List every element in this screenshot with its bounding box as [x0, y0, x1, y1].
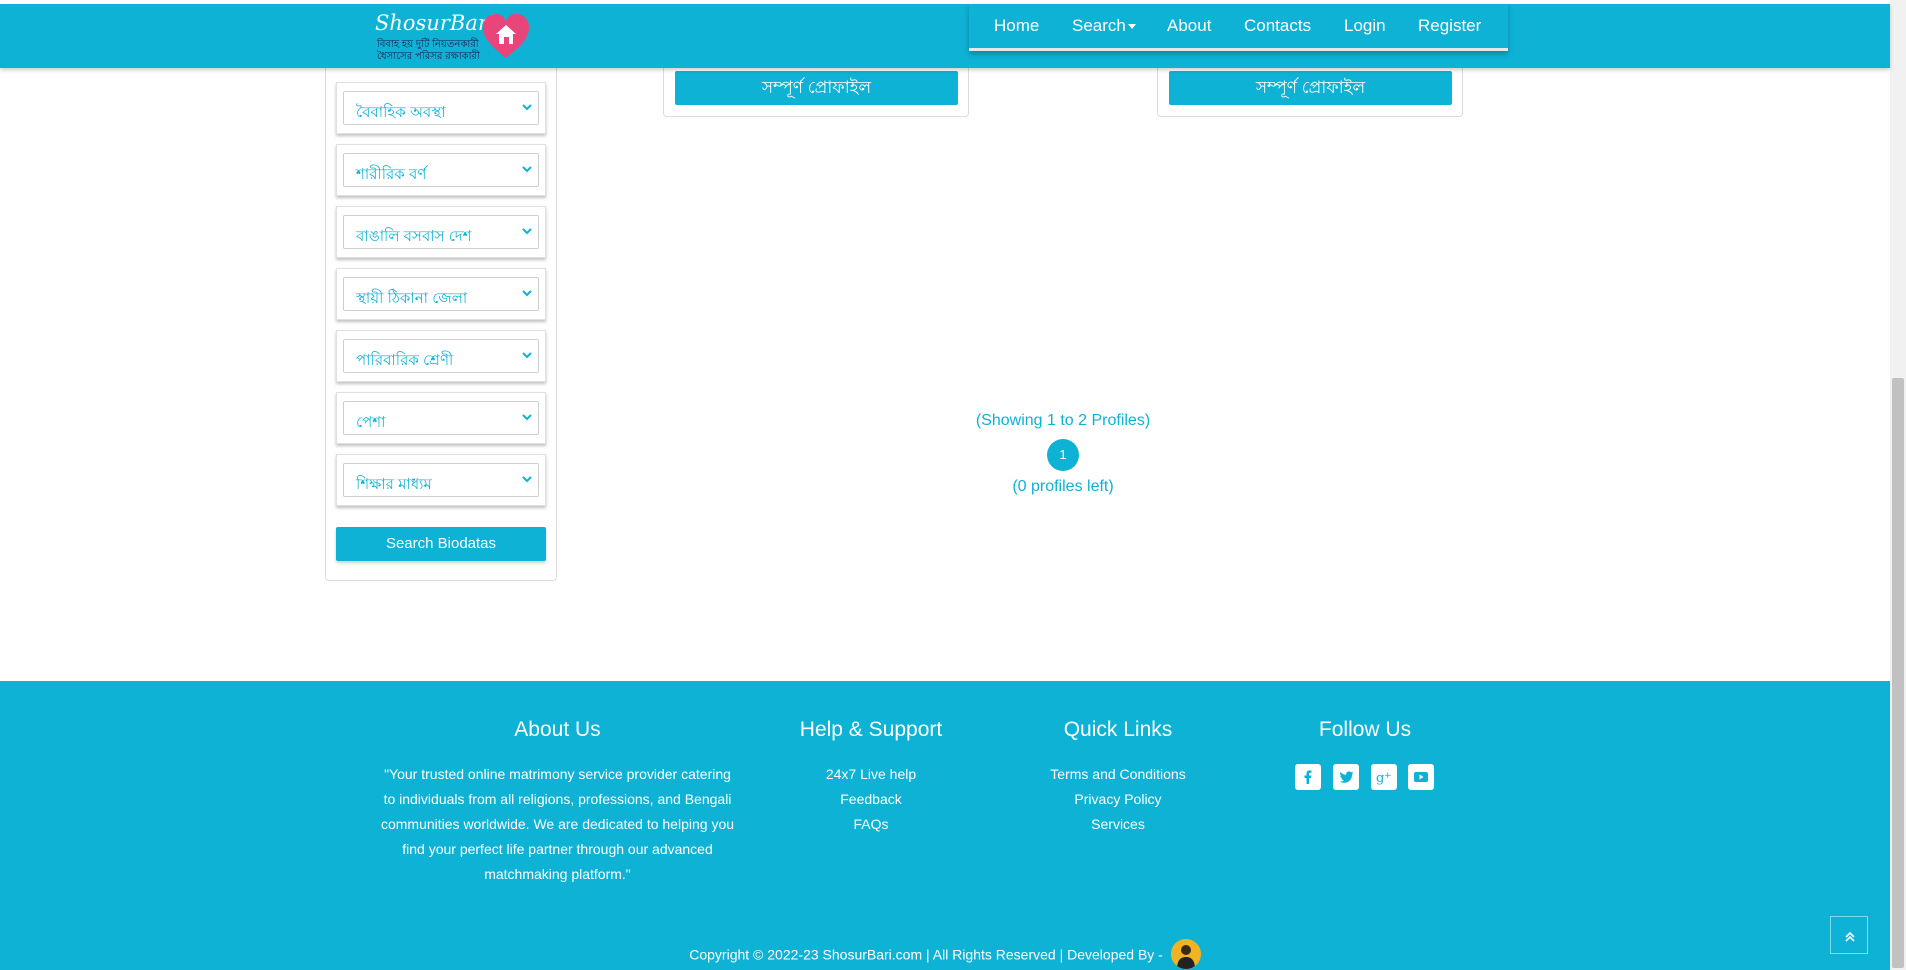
footer-follow: Follow Us: [1265, 718, 1465, 742]
search-biodatas-button[interactable]: Search Biodatas: [336, 527, 546, 561]
site-footer: About Us "Your trusted online matrimony …: [0, 681, 1890, 970]
facebook-icon[interactable]: [1295, 764, 1321, 790]
filter-label: স্থায়ী ঠিকানা জেলা: [356, 290, 468, 307]
nav-search-label: Search: [1072, 16, 1126, 35]
logo-tagline-line2: ধৈসাসের পরিসর রক্ষাকারী: [377, 51, 480, 62]
footer-quick: Quick Links: [1018, 718, 1218, 742]
double-chevron-up-icon: [1845, 931, 1855, 942]
filter-card: বাঙালি বসবাস দেশ: [336, 206, 546, 258]
copyright-text: Copyright © 2022-23 ShosurBari.com | All…: [689, 946, 1163, 963]
developer-avatar[interactable]: [1170, 939, 1201, 969]
youtube-icon[interactable]: [1408, 764, 1434, 790]
filter-card: শারীরিক বর্ণ: [336, 144, 546, 196]
education-medium-select[interactable]: শিক্ষার মাধ্যম: [343, 463, 539, 497]
family-class-select[interactable]: পারিবারিক শ্রেণী: [343, 339, 539, 373]
footer-heading: Follow Us: [1318, 718, 1412, 741]
footer-about: About Us: [380, 718, 735, 742]
filter-label: বৈবাহিক অবস্থা: [356, 104, 446, 121]
top-header: ShosurBari বিবাহ হয় দুটি নিয়তনকারী ধৈস…: [0, 4, 1890, 68]
nav-register[interactable]: Register: [1418, 16, 1481, 36]
live-help-link[interactable]: 24x7 Live help: [771, 762, 971, 787]
full-profile-button[interactable]: সম্পূর্ণ প্রোফাইল: [1169, 71, 1452, 105]
google-plus-icon[interactable]: g +: [1371, 764, 1397, 790]
quick-links: Terms and Conditions Privacy Policy Serv…: [1018, 762, 1218, 837]
nav-about[interactable]: About: [1167, 16, 1211, 36]
nav-login[interactable]: Login: [1344, 16, 1386, 36]
filter-label: পারিবারিক শ্রেণী: [356, 352, 454, 369]
page-1-button[interactable]: 1: [1047, 439, 1079, 471]
marital-status-select[interactable]: বৈবাহিক অবস্থা: [343, 91, 539, 125]
main-nav: Home Search About Contacts Login Registe…: [969, 4, 1508, 51]
footer-heading: Help & Support: [799, 718, 943, 741]
terms-link[interactable]: Terms and Conditions: [1018, 762, 1218, 787]
chevron-down-icon: [522, 104, 532, 111]
footer-help: Help & Support: [771, 718, 971, 742]
search-filter-panel: বৈবাহিক অবস্থা শারীরিক বর্ণ বাঙালি বসবাস…: [325, 30, 557, 581]
chevron-down-icon: [522, 352, 532, 359]
profession-select[interactable]: পেশা: [343, 401, 539, 435]
profiles-left: (0 profiles left): [1012, 478, 1114, 495]
nav-home[interactable]: Home: [994, 16, 1039, 36]
page-scrollbar[interactable]: [1890, 0, 1906, 970]
copyright-line: Copyright © 2022-23 ShosurBari.com | All…: [0, 939, 1890, 970]
site-logo[interactable]: ShosurBari বিবাহ হয় দুটি নিয়তনকারী ধৈস…: [373, 8, 533, 62]
footer-heading: Quick Links: [1063, 718, 1173, 741]
complexion-select[interactable]: শারীরিক বর্ণ: [343, 153, 539, 187]
showing-count: (Showing 1 to 2 Profiles): [975, 412, 1151, 429]
help-links: 24x7 Live help Feedback FAQs: [771, 762, 971, 837]
svg-text:+: +: [1384, 771, 1392, 781]
nav-contacts[interactable]: Contacts: [1244, 16, 1311, 36]
scrollbar-thumb[interactable]: [1892, 378, 1904, 968]
filter-card: শিক্ষার মাধ্যম: [336, 454, 546, 506]
profile-card: সম্পূর্ণ প্রোফাইল: [663, 68, 969, 117]
twitter-icon[interactable]: [1333, 764, 1359, 790]
services-link[interactable]: Services: [1018, 812, 1218, 837]
filter-card: পেশা: [336, 392, 546, 444]
caret-down-icon: [1127, 24, 1136, 30]
chevron-down-icon: [522, 290, 532, 297]
privacy-link[interactable]: Privacy Policy: [1018, 787, 1218, 812]
filter-card: পারিবারিক শ্রেণী: [336, 330, 546, 382]
feedback-link[interactable]: Feedback: [771, 787, 971, 812]
filter-label: বাঙালি বসবাস দেশ: [356, 228, 472, 245]
filter-label: শারীরিক বর্ণ: [356, 166, 427, 183]
logo-wordmark: ShosurBari: [375, 11, 495, 35]
developer-avatar-image: [1170, 939, 1201, 969]
back-to-top-button[interactable]: [1830, 916, 1868, 954]
full-profile-button[interactable]: সম্পূর্ণ প্রোফাইল: [675, 71, 958, 105]
about-text: "Your trusted online matrimony service p…: [380, 766, 735, 882]
profile-card: সম্পূর্ণ প্রোফাইল: [1157, 68, 1463, 117]
filter-card: বৈবাহিক অবস্থা: [336, 82, 546, 134]
filter-label: শিক্ষার মাধ্যম: [356, 476, 432, 493]
chevron-down-icon: [522, 414, 532, 421]
faqs-link[interactable]: FAQs: [771, 812, 971, 837]
filter-card: স্থায়ী ঠিকানা জেলা: [336, 268, 546, 320]
chevron-down-icon: [522, 228, 532, 235]
residence-country-select[interactable]: বাঙালি বসবাস দেশ: [343, 215, 539, 249]
chevron-down-icon: [522, 476, 532, 483]
permanent-district-select[interactable]: স্থায়ী ঠিকানা জেলা: [343, 277, 539, 311]
footer-heading: About Us: [514, 718, 601, 741]
filter-label: পেশা: [356, 414, 386, 431]
chevron-down-icon: [522, 166, 532, 173]
nav-search[interactable]: Search: [1072, 16, 1136, 36]
heart-house-icon: [483, 14, 529, 58]
